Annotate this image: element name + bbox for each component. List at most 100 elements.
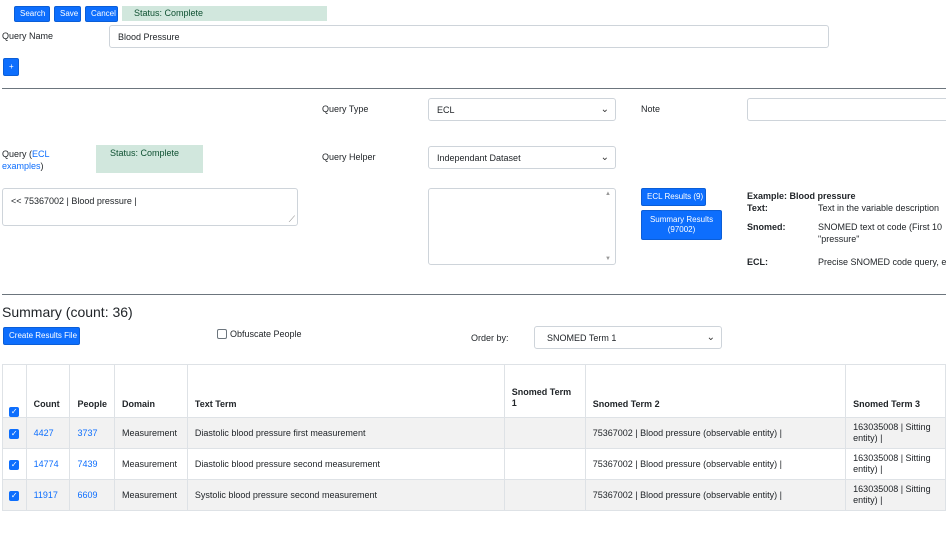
snomed-term-1-cell	[503, 448, 586, 480]
snomed-term-2-cell: 75367002 | Blood pressure (observable en…	[584, 448, 847, 480]
snomed-term-3-line2: entity) |	[853, 464, 883, 474]
query-type-value: ECL	[437, 104, 455, 115]
obfuscate-label: Obfuscate People	[230, 329, 302, 339]
example-text-value: Text in the variable description	[818, 203, 940, 213]
people-link[interactable]: 3737	[77, 428, 97, 438]
query-textarea[interactable]: << 75367002 | Blood pressure | ⟋	[2, 188, 298, 226]
example-snomed-key: Snomed:	[747, 222, 786, 232]
save-button[interactable]: Save	[54, 6, 81, 22]
count-link[interactable]: 14774	[34, 459, 59, 469]
chevron-down-icon: ⌄	[600, 104, 609, 115]
query-name-input[interactable]: Blood Pressure	[109, 25, 829, 48]
query-label-suffix: )	[40, 161, 44, 171]
results-textarea[interactable]: ▲ ▼	[428, 188, 616, 265]
query-helper-select[interactable]: Independant Dataset ⌄	[428, 146, 616, 169]
people-cell[interactable]: 7439	[69, 448, 115, 480]
snomed-term-3-line1: 163035008 | Sitting	[853, 453, 931, 463]
table-row[interactable]: ✓ 4427 3737 Measurement Diastolic blood …	[2, 417, 946, 449]
header-snomed-term-2[interactable]: Snomed Term 2	[584, 364, 847, 418]
query-name-value: Blood Pressure	[118, 31, 180, 42]
text-term-cell: Diastolic blood pressure second measurem…	[186, 448, 505, 480]
obfuscate-checkbox[interactable]	[217, 329, 227, 339]
query-helper-label: Query Helper	[322, 152, 376, 162]
people-cell[interactable]: 3737	[69, 417, 115, 449]
query-name-label: Query Name	[2, 31, 54, 41]
status-badge: Status: Complete	[122, 6, 327, 21]
example-ecl-key: ECL:	[747, 257, 768, 267]
example-snomed-value: SNOMED text ot code (First 10	[818, 222, 943, 232]
resize-handle-icon[interactable]: ⟋	[289, 214, 295, 225]
text-term-cell: Diastolic blood pressure first measureme…	[186, 417, 505, 449]
query-value: << 75367002 | Blood pressure |	[11, 196, 137, 206]
divider	[2, 88, 946, 89]
summary-results-line2: (97002)	[667, 225, 696, 234]
count-cell[interactable]: 11917	[25, 479, 71, 511]
header-domain[interactable]: Domain	[113, 364, 188, 418]
count-link[interactable]: 11917	[34, 490, 58, 500]
select-all-checkbox[interactable]: ✓	[9, 407, 20, 417]
summary-title: Summary (count: 36)	[2, 304, 133, 320]
row-select-cell[interactable]: ✓	[2, 448, 27, 480]
snomed-term-3-line2: entity) |	[853, 495, 883, 505]
snomed-term-3-cell: 163035008 | Sitting entity) |	[845, 479, 946, 511]
table-header-row: ✓ Count People Domain Text Term Snomed T…	[2, 364, 946, 418]
example-title: Example: Blood pressure	[747, 191, 856, 201]
table-row[interactable]: ✓ 14774 7439 Measurement Diastolic blood…	[2, 448, 946, 480]
snomed-term-1-cell	[503, 479, 586, 511]
header-text-term[interactable]: Text Term	[186, 364, 505, 418]
snomed-term-3-cell: 163035008 | Sitting entity) |	[845, 417, 946, 449]
example-ecl-value: Precise SNOMED code query, e	[818, 257, 946, 267]
row-select-cell[interactable]: ✓	[2, 479, 27, 511]
chevron-down-icon: ⌄	[600, 152, 609, 163]
domain-cell: Measurement	[113, 417, 188, 449]
cancel-button[interactable]: Cancel	[85, 6, 118, 22]
chevron-down-icon: ⌄	[706, 332, 715, 343]
row-checkbox[interactable]: ✓	[9, 490, 20, 501]
header-count[interactable]: Count	[25, 364, 71, 418]
snomed-term-3-line1: 163035008 | Sitting	[853, 484, 931, 494]
snomed-term-2-cell: 75367002 | Blood pressure (observable en…	[584, 479, 847, 511]
example-panel: Example: Blood pressure Text: Text in th…	[747, 191, 946, 267]
people-link[interactable]: 6609	[77, 490, 97, 500]
summary-results-button[interactable]: Summary Results (97002)	[641, 210, 722, 240]
query-label: Query (ECL examples)	[2, 148, 72, 172]
order-by-select[interactable]: SNOMED Term 1 ⌄	[534, 326, 722, 349]
row-checkbox[interactable]: ✓	[9, 459, 20, 470]
create-results-file-button[interactable]: Create Results File	[3, 327, 80, 345]
snomed-term-3-line1: 163035008 | Sitting	[853, 422, 931, 432]
query-type-label: Query Type	[322, 104, 369, 114]
snomed-term-1-cell	[503, 417, 586, 449]
note-label: Note	[641, 104, 661, 114]
snomed-term-3-cell: 163035008 | Sitting entity) |	[845, 448, 946, 480]
search-button[interactable]: Search	[14, 6, 50, 22]
row-select-cell[interactable]: ✓	[2, 417, 27, 449]
order-by-label: Order by:	[471, 333, 509, 343]
scroll-down-icon[interactable]: ▼	[605, 256, 611, 262]
header-people[interactable]: People	[69, 364, 115, 418]
divider	[2, 294, 946, 295]
results-table: ✓ Count People Domain Text Term Snomed T…	[2, 364, 946, 511]
domain-cell: Measurement	[113, 448, 188, 480]
example-snomed-value2: "pressure"	[818, 234, 860, 244]
count-link[interactable]: 4427	[34, 428, 54, 438]
query-type-select[interactable]: ECL ⌄	[428, 98, 616, 121]
snomed-term-2-cell: 75367002 | Blood pressure (observable en…	[584, 417, 847, 449]
count-cell[interactable]: 4427	[25, 417, 71, 449]
query-helper-value: Independant Dataset	[437, 152, 521, 163]
example-text-key: Text:	[747, 203, 768, 213]
header-snomed-term-1[interactable]: Snomed Term 1	[503, 364, 586, 418]
scroll-up-icon[interactable]: ▲	[605, 191, 611, 197]
ecl-results-button[interactable]: ECL Results (9)	[641, 188, 706, 206]
query-label-prefix: Query (	[2, 149, 33, 159]
header-snomed-term-3[interactable]: Snomed Term 3	[845, 364, 946, 418]
people-cell[interactable]: 6609	[69, 479, 115, 511]
add-button[interactable]: +	[3, 58, 19, 76]
people-link[interactable]: 7439	[77, 459, 97, 469]
domain-cell: Measurement	[113, 479, 188, 511]
select-all-cell[interactable]: ✓	[2, 364, 27, 418]
note-input[interactable]	[747, 98, 946, 121]
count-cell[interactable]: 14774	[25, 448, 71, 480]
query-status-badge: Status: Complete	[96, 145, 203, 173]
row-checkbox[interactable]: ✓	[9, 428, 20, 439]
table-row[interactable]: ✓ 11917 6609 Measurement Systolic blood …	[2, 479, 946, 511]
